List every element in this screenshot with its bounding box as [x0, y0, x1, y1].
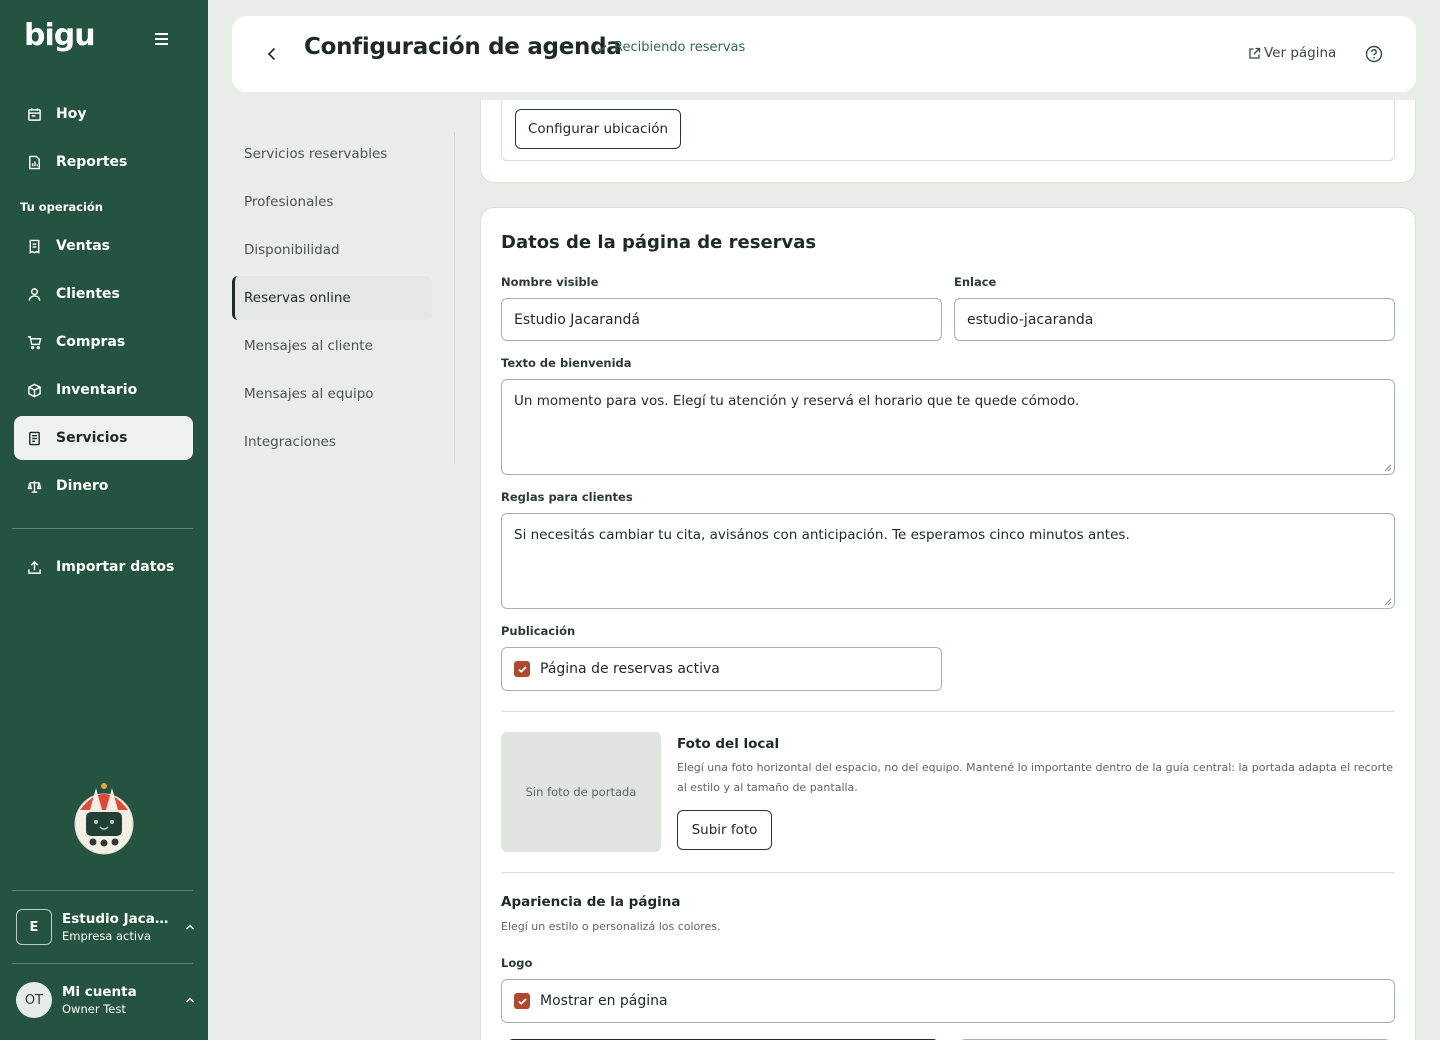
logo-label: Logo — [501, 956, 533, 970]
visible-name-label: Nombre visible — [501, 275, 599, 289]
sidebar-item-inventario[interactable]: Inventario — [14, 368, 193, 412]
menu-toggle-button[interactable] — [150, 28, 172, 50]
report-icon — [26, 154, 42, 170]
appearance-title: Apariencia de la página — [501, 894, 681, 910]
company-badge: E — [16, 909, 52, 945]
show-logo-checkbox-label: Mostrar en página — [540, 993, 668, 1009]
client-rules-label: Reglas para clientes — [501, 490, 633, 504]
account-menu[interactable]: OT Mi cuenta Owner Test — [16, 977, 201, 1023]
box-icon — [26, 382, 42, 398]
sidebar-item-label: Dinero — [56, 478, 109, 494]
sidebar: bigu Hoy Reportes Tu operación Ventas Cl… — [0, 0, 208, 1040]
location-panel: Configurar ubicación — [501, 100, 1395, 161]
sidebar-item-ventas[interactable]: Ventas — [14, 224, 193, 268]
welcome-textarea[interactable]: Un momento para vos. Elegí tu atención y… — [501, 379, 1395, 475]
upload-icon — [26, 559, 42, 575]
account-label: Mi cuenta — [62, 984, 137, 1000]
sidebar-item-label: Hoy — [56, 106, 87, 122]
sidebar-item-hoy[interactable]: Hoy — [14, 92, 193, 136]
subnav-servicios-reservables[interactable]: Servicios reservables — [232, 132, 432, 176]
user-icon — [26, 286, 42, 302]
active-page-checkbox-label: Página de reservas activa — [540, 661, 720, 677]
sidebar-item-clientes[interactable]: Clientes — [14, 272, 193, 316]
booking-page-card: Datos de la página de reservas Nombre vi… — [480, 207, 1416, 1040]
sidebar-item-label: Compras — [56, 334, 126, 350]
client-rules-textarea[interactable]: Si necesitás cambiar tu cita, avisános c… — [501, 513, 1395, 609]
appearance-description: Elegí un estilo o personalizá los colore… — [501, 920, 721, 933]
client-rules-value: Si necesitás cambiar tu cita, avisános c… — [514, 527, 1130, 543]
show-logo-checkbox[interactable] — [514, 993, 530, 1009]
document-icon — [26, 430, 42, 446]
resize-handle-icon[interactable] — [1384, 464, 1392, 472]
section-divider — [501, 711, 1395, 712]
sidebar-item-label: Clientes — [56, 286, 120, 302]
subnav-integraciones[interactable]: Integraciones — [232, 420, 432, 464]
scale-icon — [26, 478, 42, 494]
subnav-divider — [454, 132, 455, 464]
receipt-icon — [26, 238, 42, 254]
sidebar-item-label: Ventas — [56, 238, 111, 254]
publication-label: Publicación — [501, 624, 576, 638]
account-user: Owner Test — [62, 1002, 126, 1016]
sidebar-divider — [12, 963, 193, 964]
subnav-reservas-online[interactable]: Reservas online — [232, 276, 432, 320]
avatar: OT — [16, 982, 52, 1018]
section-divider — [501, 872, 1395, 873]
link-input[interactable]: estudio-jacaranda — [954, 298, 1395, 341]
sidebar-divider — [12, 528, 193, 529]
company-name: Estudio Jacara... — [62, 911, 174, 927]
check-icon — [597, 44, 607, 52]
status-badge: Recibiendo reservas — [596, 40, 745, 55]
mascot-illustration — [74, 783, 134, 855]
publication-checkbox-row[interactable]: Página de reservas activa — [501, 647, 942, 691]
sidebar-item-reportes[interactable]: Reportes — [14, 140, 193, 184]
view-page-label: Ver página — [1264, 45, 1337, 61]
sidebar-item-label: Importar datos — [56, 559, 175, 575]
configure-location-button[interactable]: Configurar ubicación — [515, 109, 681, 149]
subnav-mensajes-cliente[interactable]: Mensajes al cliente — [232, 324, 432, 368]
checkmark-icon — [517, 997, 527, 1005]
location-card: Configurar ubicación — [480, 100, 1416, 183]
view-page-link[interactable]: Ver página — [1248, 45, 1336, 61]
section-title: Datos de la página de reservas — [501, 232, 817, 253]
sidebar-item-servicios[interactable]: Servicios — [14, 416, 193, 460]
sidebar-item-dinero[interactable]: Dinero — [14, 464, 193, 508]
active-page-checkbox[interactable] — [514, 661, 530, 677]
external-link-icon — [1249, 47, 1261, 59]
status-text: Recibiendo reservas — [614, 40, 746, 55]
subnav-profesionales[interactable]: Profesionales — [232, 180, 432, 224]
subnav-disponibilidad[interactable]: Disponibilidad — [232, 228, 432, 272]
hamburger-icon — [154, 33, 168, 35]
chevron-up-icon — [186, 997, 194, 1003]
chevron-up-icon — [186, 924, 194, 930]
page-header: Configuración de agenda Recibiendo reser… — [232, 16, 1416, 92]
app-logo[interactable]: bigu — [24, 18, 96, 53]
link-label: Enlace — [954, 275, 997, 289]
section-label: Tu operación — [20, 200, 103, 214]
resize-handle-icon[interactable] — [1384, 598, 1392, 606]
welcome-text-value: Un momento para vos. Elegí tu atención y… — [514, 393, 1080, 409]
page-title: Configuración de agenda — [304, 34, 622, 60]
cover-photo-placeholder: Sin foto de portada — [501, 732, 661, 852]
sidebar-item-compras[interactable]: Compras — [14, 320, 193, 364]
subnav-mensajes-equipo[interactable]: Mensajes al equipo — [232, 372, 432, 416]
sidebar-divider — [12, 890, 193, 891]
sidebar-item-importar[interactable]: Importar datos — [14, 545, 193, 589]
welcome-text-label: Texto de bienvenida — [501, 356, 632, 370]
upload-photo-button[interactable]: Subir foto — [677, 810, 772, 850]
calendar-icon — [26, 106, 42, 122]
sidebar-item-label: Reportes — [56, 154, 128, 170]
back-arrow-icon[interactable] — [262, 44, 282, 64]
company-switcher[interactable]: E Estudio Jacara... Empresa activa — [16, 904, 201, 950]
cart-icon — [26, 334, 42, 350]
photo-description: Elegí una foto horizontal del espacio, n… — [677, 761, 1394, 794]
logo-checkbox-row[interactable]: Mostrar en página — [501, 979, 1395, 1023]
sidebar-item-label: Servicios — [56, 430, 128, 446]
help-icon[interactable] — [1365, 45, 1383, 63]
visible-name-input[interactable]: Estudio Jacarandá — [501, 298, 942, 341]
checkmark-icon — [517, 665, 527, 673]
sidebar-item-label: Inventario — [56, 382, 138, 398]
company-status: Empresa activa — [62, 929, 151, 943]
photo-title: Foto del local — [677, 736, 780, 752]
